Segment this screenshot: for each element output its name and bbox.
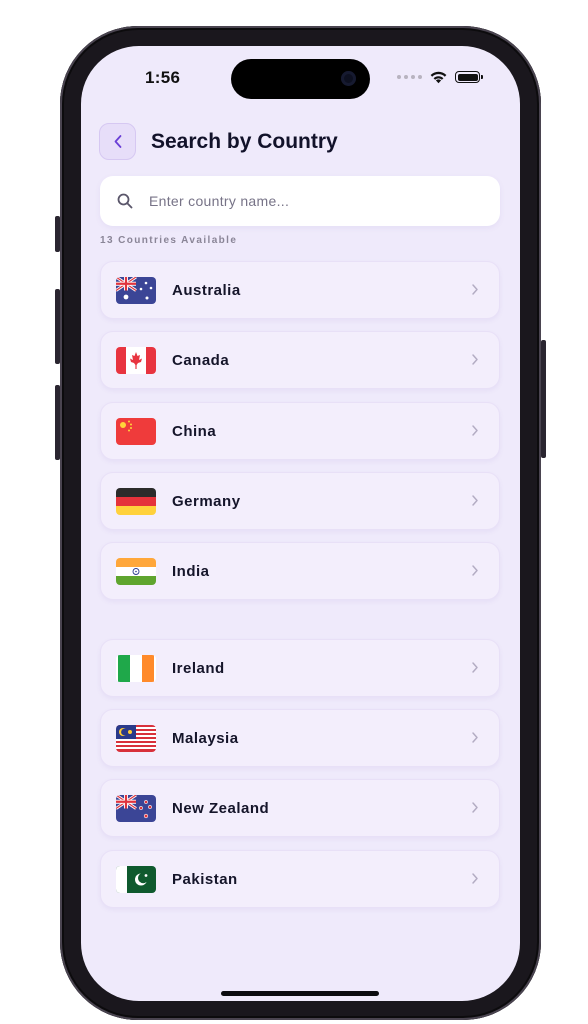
country-name: New Zealand bbox=[172, 800, 270, 817]
country-name: China bbox=[172, 423, 217, 440]
chevron-left-icon bbox=[114, 135, 121, 148]
home-indicator[interactable] bbox=[221, 991, 379, 996]
chevron-right-icon bbox=[472, 802, 478, 813]
country-name: Malaysia bbox=[172, 730, 239, 747]
page-title: Search by Country bbox=[151, 130, 338, 153]
australia-flag-icon bbox=[116, 277, 156, 304]
chevron-right-icon bbox=[472, 565, 478, 576]
chevron-right-icon bbox=[472, 873, 478, 884]
chevron-right-icon bbox=[472, 662, 478, 673]
country-name: Ireland bbox=[172, 660, 225, 677]
country-name: Canada bbox=[172, 352, 230, 369]
chevron-right-icon bbox=[472, 425, 478, 436]
dynamic-island bbox=[231, 59, 370, 99]
country-row-germany[interactable]: Germany bbox=[100, 472, 500, 530]
status-icons bbox=[397, 70, 483, 84]
chevron-right-icon bbox=[472, 495, 478, 506]
camera-icon bbox=[341, 71, 356, 86]
country-row-ireland[interactable]: Ireland bbox=[100, 639, 500, 697]
india-flag-icon bbox=[116, 558, 156, 585]
cellular-signal-icon bbox=[397, 75, 422, 79]
country-row-china[interactable]: China bbox=[100, 402, 500, 460]
country-row-pakistan[interactable]: Pakistan bbox=[100, 850, 500, 908]
status-time: 1:56 bbox=[145, 68, 181, 87]
country-row-canada[interactable]: Canada bbox=[100, 331, 500, 389]
malaysia-flag-icon bbox=[116, 725, 156, 752]
country-name: India bbox=[172, 563, 210, 580]
countries-count-label: 13 Countries Available bbox=[100, 235, 238, 246]
search-bar[interactable] bbox=[100, 176, 500, 226]
country-name: Germany bbox=[172, 493, 241, 510]
chevron-right-icon bbox=[472, 354, 478, 365]
pakistan-flag-icon bbox=[116, 866, 156, 893]
app-screen: 1:56 Search by Country 13 Countries Avai… bbox=[81, 46, 520, 1001]
search-icon bbox=[117, 193, 133, 209]
ireland-flag-icon bbox=[116, 655, 156, 682]
country-row-india[interactable]: India bbox=[100, 542, 500, 600]
country-row-malaysia[interactable]: Malaysia bbox=[100, 709, 500, 767]
new-zealand-flag-icon bbox=[116, 795, 156, 822]
china-flag-icon bbox=[116, 418, 156, 445]
country-name: Pakistan bbox=[172, 871, 238, 888]
germany-flag-icon bbox=[116, 488, 156, 515]
country-row-australia[interactable]: Australia bbox=[100, 261, 500, 319]
battery-icon bbox=[455, 71, 483, 83]
chevron-right-icon bbox=[472, 284, 478, 295]
country-name: Australia bbox=[172, 282, 241, 299]
canada-flag-icon bbox=[116, 347, 156, 374]
back-button[interactable] bbox=[99, 123, 136, 160]
wifi-icon bbox=[430, 71, 447, 84]
chevron-right-icon bbox=[472, 732, 478, 743]
country-row-new-zealand[interactable]: New Zealand bbox=[100, 779, 500, 837]
search-input[interactable] bbox=[147, 192, 451, 210]
power-button bbox=[541, 340, 546, 458]
